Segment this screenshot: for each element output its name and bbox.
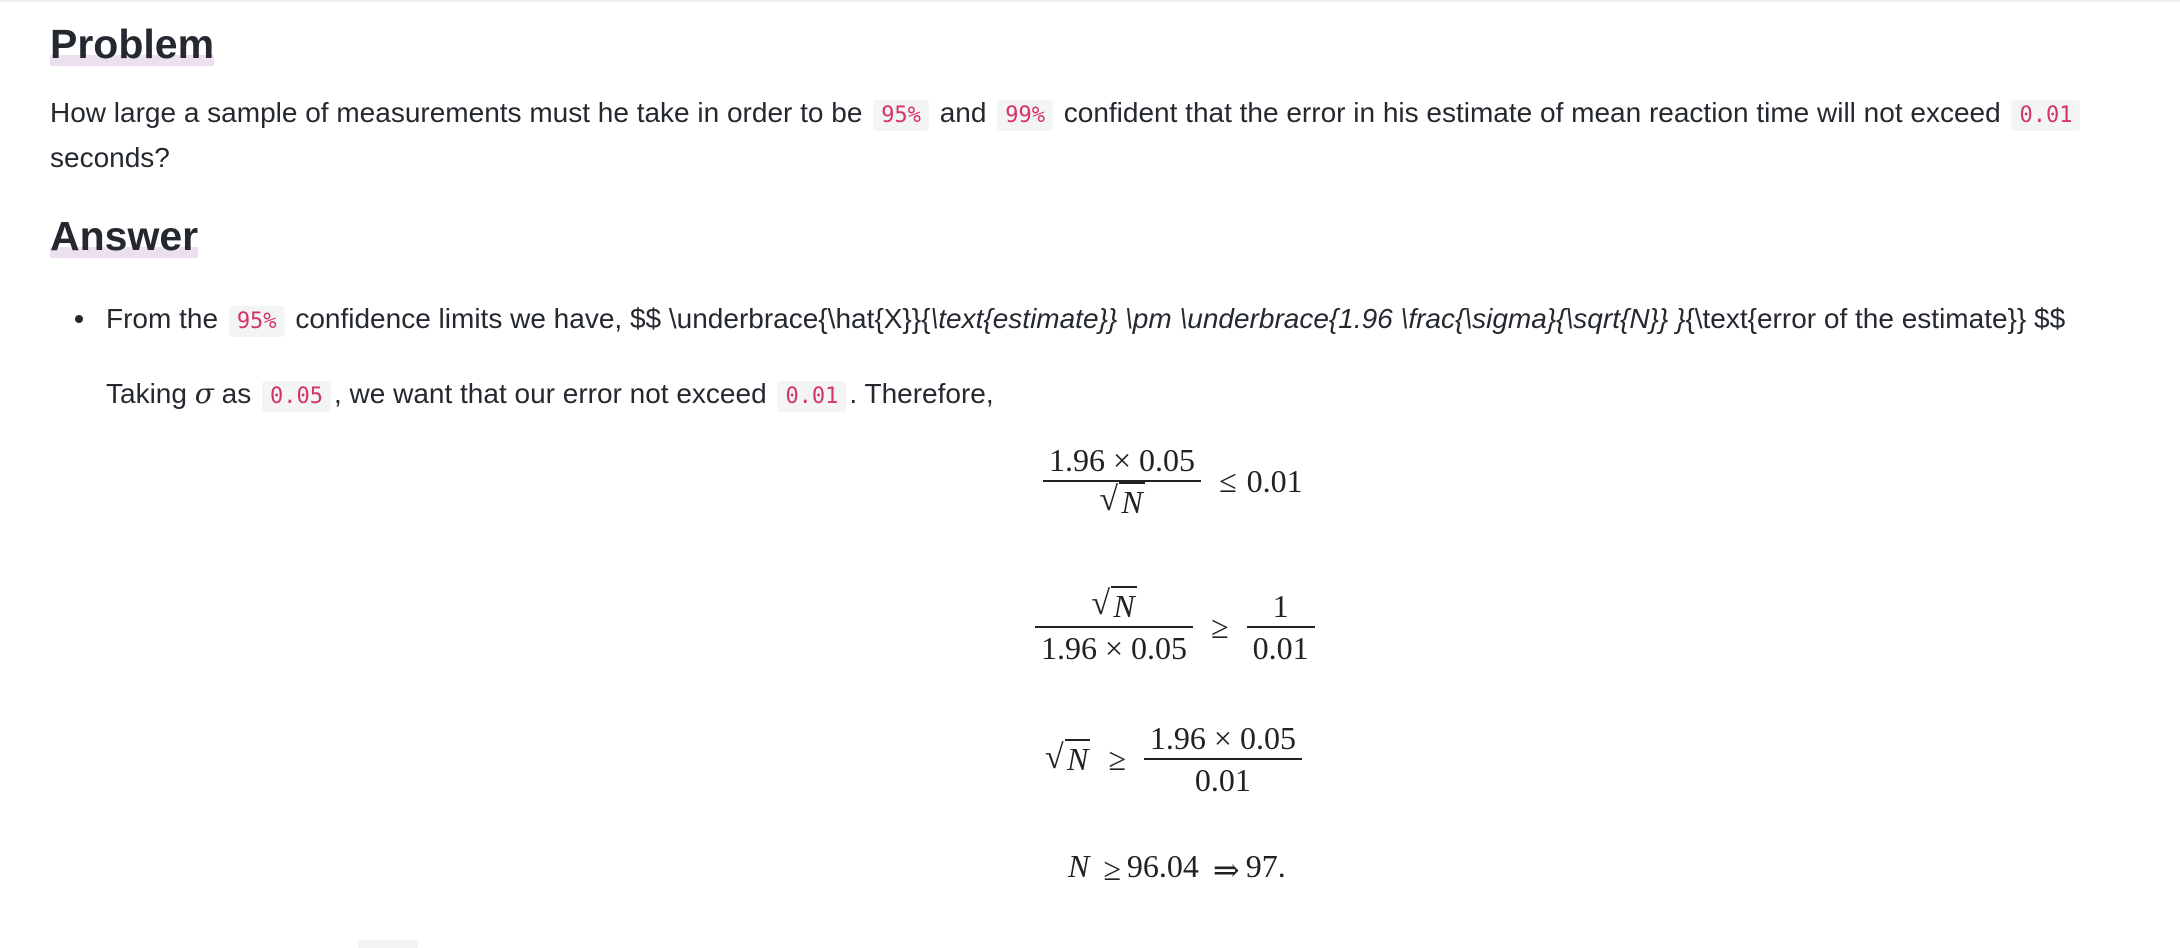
list-item: From the 95% confidence limits we have, … (50, 298, 2150, 343)
fraction-denominator: 0.01 (1252, 630, 1309, 666)
problem-text-1: How large a sample of measurements must … (50, 97, 863, 128)
geq-symbol: ≥ (1103, 851, 1121, 888)
equation-rhs: 0.01 (1246, 462, 1303, 499)
therefore-text-4: . Therefore, (849, 378, 994, 409)
equation-1: 1.96 × 0.05 √ N ≤0.01 (1043, 440, 1313, 522)
fraction-denominator: √ N (1093, 481, 1150, 522)
inline-code-005: 0.05 (261, 381, 331, 412)
geq-symbol: ≥ (1108, 740, 1126, 777)
fraction: 1 0.01 (1246, 586, 1315, 668)
implies-symbol: ⇒ (1212, 851, 1240, 888)
result-value: 97. (1245, 848, 1286, 884)
bullet-text-2: confidence limits we have, $$ \underbrac… (295, 303, 931, 334)
answer-heading: Answer (50, 210, 199, 262)
therefore-text-3: , we want that our error not exceed (333, 378, 767, 409)
bound-value: 96.04 (1126, 848, 1199, 884)
inline-code-95: 95% (228, 306, 285, 337)
fraction-numerator: 1.96 × 0.05 (1049, 442, 1196, 478)
inline-code-99: 99% (997, 100, 1053, 131)
bullet-italic-text: \text{estimate}} \pm \underbrace{1.96 \f… (930, 303, 1686, 334)
partial-inline-code (358, 940, 418, 948)
fraction: √ N 1.96 × 0.05 (1035, 585, 1194, 668)
problem-text-4: seconds? (50, 142, 170, 173)
bullet-text-3: {\text{error of the estimate}} $$ (1685, 303, 2066, 334)
leq-symbol: ≤ (1219, 462, 1237, 499)
variable-n: N (1068, 848, 1090, 884)
therefore-text-2: as (221, 378, 252, 409)
bullet-text-1: From the (106, 303, 219, 334)
bullet-dot (75, 315, 83, 323)
fraction-numerator: 1.96 × 0.05 (1149, 720, 1296, 756)
inline-code-001: 0.01 (2011, 100, 2081, 131)
fraction: 1.96 × 0.05 0.01 (1143, 718, 1302, 800)
geq-symbol: ≥ (1211, 608, 1229, 645)
problem-statement: How large a sample of measurements must … (50, 92, 2130, 179)
equation-3: √ N ≥ 1.96 × 0.05 0.01 (1045, 718, 1302, 800)
fraction-denominator: 0.01 (1194, 762, 1251, 798)
fraction: 1.96 × 0.05 √ N (1043, 440, 1202, 522)
fraction-numerator: √ N (1085, 585, 1142, 626)
therefore-text-1: Taking (106, 378, 187, 409)
inline-code-95: 95% (873, 100, 929, 131)
square-root: √ N (1045, 738, 1091, 777)
problem-heading: Problem (50, 18, 215, 70)
square-root: √ N (1099, 481, 1145, 520)
equation-4: N ≥96.04 ⇒ 97. (1068, 848, 1286, 889)
problem-text-2: and (939, 97, 987, 128)
fraction-numerator: 1 (1272, 588, 1289, 624)
problem-text-3: confident that the error in his estimate… (1063, 97, 2001, 128)
fraction-denominator: 1.96 × 0.05 (1041, 630, 1188, 666)
sigma-symbol: σ (194, 377, 214, 410)
sqrt-radicand: N (1111, 586, 1137, 624)
equation-2: √ N 1.96 × 0.05 ≥ 1 0.01 (1035, 585, 1315, 668)
answer-list: From the 95% confidence limits we have, … (50, 298, 2150, 343)
therefore-paragraph: Taking σ as 0.05, we want that our error… (106, 373, 994, 418)
square-root: √ N (1091, 585, 1137, 624)
sqrt-radicand: N (1119, 482, 1145, 520)
inline-code-001: 0.01 (777, 381, 847, 412)
top-border (0, 0, 2180, 2)
sqrt-radicand: N (1065, 738, 1091, 777)
